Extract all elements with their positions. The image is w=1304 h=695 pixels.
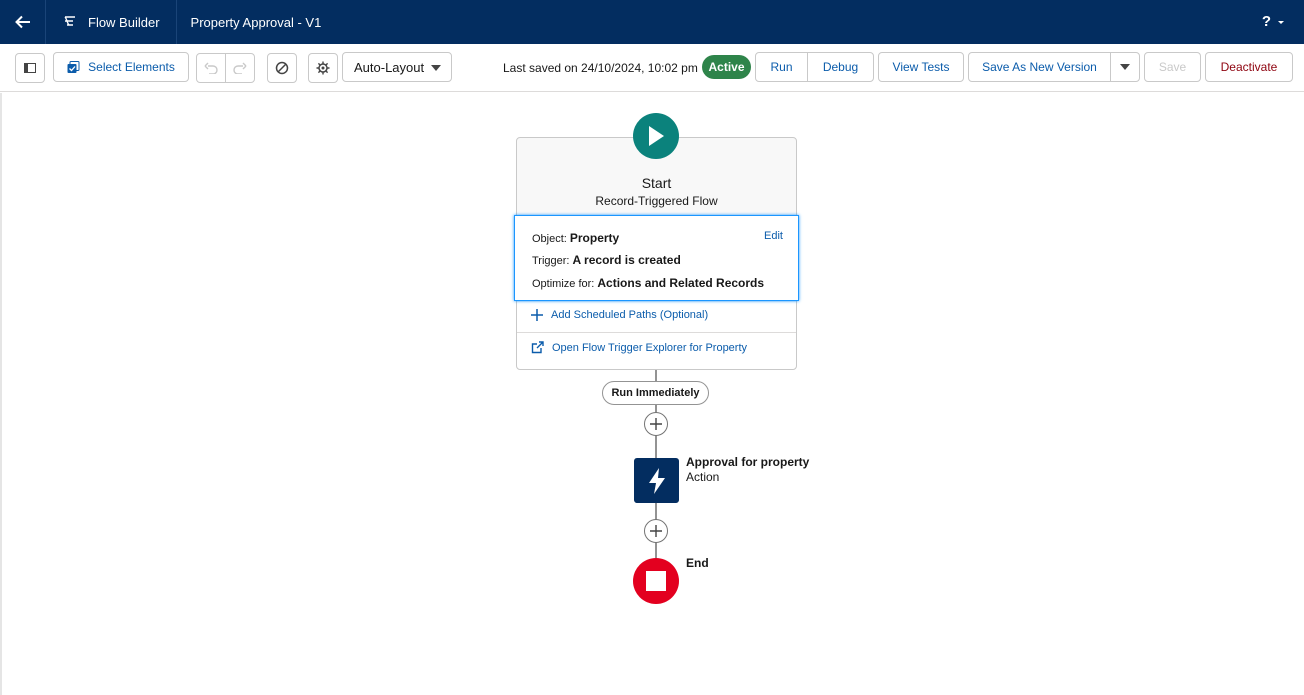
save-as-new-version-label: Save As New Version xyxy=(982,60,1097,74)
edit-start-link[interactable]: Edit xyxy=(764,230,783,242)
deactivate-label: Deactivate xyxy=(1220,60,1278,74)
run-label: Run xyxy=(770,60,793,74)
app-name: Flow Builder xyxy=(46,0,177,44)
end-node-icon[interactable] xyxy=(633,558,679,604)
help-icon: ? xyxy=(1261,13,1271,30)
trigger-explorer-label: Open Flow Trigger Explorer for Property xyxy=(552,341,748,354)
add-icon xyxy=(650,418,662,430)
add-element-button[interactable] xyxy=(644,412,668,436)
layout-select[interactable]: Auto-Layout xyxy=(342,52,452,82)
save-label: Save xyxy=(1158,60,1187,74)
divider xyxy=(517,332,796,333)
add-icon xyxy=(531,309,543,321)
add-scheduled-paths-link[interactable]: Add Scheduled Paths (Optional) xyxy=(531,309,708,321)
object-value: Property xyxy=(569,231,620,245)
settings-button[interactable] xyxy=(308,53,338,83)
flow-title: Property Approval - V1 xyxy=(190,14,322,30)
action-node-type: Action xyxy=(686,470,720,484)
top-bar: Flow Builder Property Approval - V1 ? xyxy=(0,0,1304,44)
arrow-left-icon xyxy=(14,15,30,29)
action-node-icon[interactable] xyxy=(634,458,679,503)
save-as-new-version-button[interactable]: Save As New Version xyxy=(968,52,1111,82)
app-name-label: Flow Builder xyxy=(88,14,160,30)
add-element-button[interactable] xyxy=(644,519,668,543)
back-button[interactable] xyxy=(0,0,46,44)
undo-button[interactable] xyxy=(196,53,226,83)
trigger-row: Trigger: A record is created xyxy=(532,253,681,267)
help-menu[interactable]: ? xyxy=(1262,13,1286,30)
toggle-panel-button[interactable] xyxy=(15,53,45,83)
save-menu-button[interactable] xyxy=(1110,52,1140,82)
optimize-value: Actions and Related Records xyxy=(597,276,765,290)
start-node-icon[interactable] xyxy=(633,113,679,159)
run-button[interactable]: Run xyxy=(755,52,808,82)
select-elements-label: Select Elements xyxy=(88,60,175,74)
error-check-button[interactable] xyxy=(267,53,297,83)
view-tests-button[interactable]: View Tests xyxy=(878,52,964,82)
external-link-icon xyxy=(531,341,544,354)
gear-icon xyxy=(316,61,330,75)
panel-icon xyxy=(24,63,36,73)
optimize-row: Optimize for: Actions and Related Records xyxy=(532,276,764,290)
toolbar: Select Elements Auto-Layout Last saved o… xyxy=(0,44,1304,92)
view-tests-label: View Tests xyxy=(892,60,950,74)
last-saved-text: Last saved on 24/10/2024, 10:02 pm xyxy=(503,61,698,75)
run-immediately-label[interactable]: Run Immediately xyxy=(602,381,709,405)
trigger-explorer-link[interactable]: Open Flow Trigger Explorer for Property xyxy=(531,341,747,354)
debug-label: Debug xyxy=(822,60,859,74)
save-button[interactable]: Save xyxy=(1144,52,1201,82)
start-node-subtitle: Record-Triggered Flow xyxy=(595,194,718,208)
status-badge: Active xyxy=(702,55,751,79)
end-node-title: End xyxy=(686,556,709,570)
select-elements-button[interactable]: Select Elements xyxy=(53,52,189,82)
select-icon xyxy=(67,60,80,73)
ban-icon xyxy=(275,61,289,75)
optimize-label: Optimize for: xyxy=(532,278,595,290)
deactivate-button[interactable]: Deactivate xyxy=(1205,52,1293,82)
start-node-details: Object: Property Edit Trigger: A record is… xyxy=(514,215,799,301)
chevron-down-icon xyxy=(1120,64,1130,70)
redo-icon xyxy=(233,62,247,74)
connector-line xyxy=(655,370,657,381)
trigger-label: Trigger: xyxy=(532,255,570,267)
redo-button[interactable] xyxy=(225,53,255,83)
stop-icon xyxy=(646,571,666,591)
object-label: Object: xyxy=(532,233,567,245)
chevron-down-icon xyxy=(431,65,441,71)
start-node-links: Add Scheduled Paths (Optional) Open Flow… xyxy=(517,302,796,369)
flow-canvas[interactable]: Start Record-Triggered Flow Add Schedule… xyxy=(0,93,1304,695)
add-icon xyxy=(650,525,662,537)
add-scheduled-paths-label: Add Scheduled Paths (Optional) xyxy=(551,309,709,321)
start-node-title: Start xyxy=(641,175,672,191)
flow-icon xyxy=(64,16,75,26)
lightning-icon xyxy=(648,467,665,494)
layout-select-value: Auto-Layout xyxy=(354,59,425,75)
chevron-down-icon xyxy=(1278,20,1284,24)
object-row: Object: Property xyxy=(532,231,619,245)
play-icon xyxy=(649,126,664,146)
undo-icon xyxy=(204,62,218,74)
action-node-title: Approval for property xyxy=(686,455,810,469)
trigger-value: A record is created xyxy=(572,253,681,267)
debug-button[interactable]: Debug xyxy=(807,52,874,82)
